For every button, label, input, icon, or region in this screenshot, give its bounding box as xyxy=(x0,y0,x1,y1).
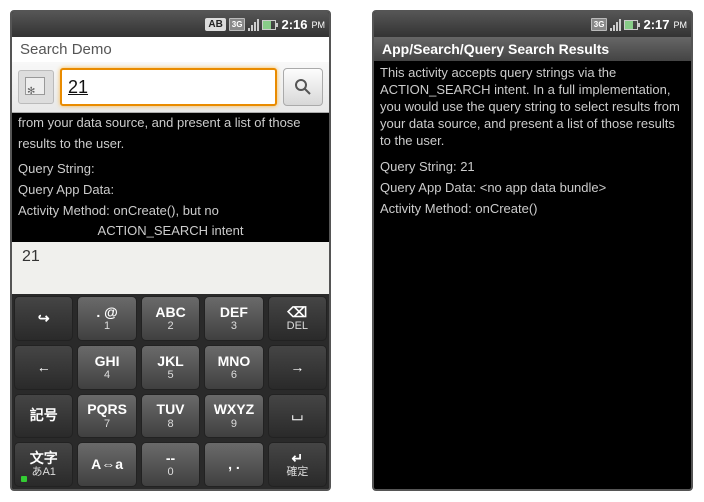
status-time: 2:16 xyxy=(281,17,307,32)
ime-badge: AB xyxy=(205,18,225,31)
body-partial-2: results to the user. xyxy=(12,134,329,155)
query-string-label: Query String: xyxy=(12,159,329,180)
key-5[interactable]: JKL5 xyxy=(141,345,200,390)
key-right[interactable]: → xyxy=(268,345,327,390)
key-delete[interactable]: ⌫DEL xyxy=(268,296,327,341)
network-3g-icon: 3G xyxy=(591,18,608,31)
search-go-button[interactable] xyxy=(283,68,323,106)
key-symbols[interactable]: 記号 xyxy=(14,394,73,439)
key-3[interactable]: DEF3 xyxy=(204,296,263,341)
description-paragraph: This activity accepts query strings via … xyxy=(374,61,691,151)
status-ampm: PM xyxy=(674,20,688,30)
query-appdata-line: Query App Data: <no app data bundle> xyxy=(374,178,691,199)
key-4[interactable]: GHI4 xyxy=(77,345,136,390)
search-input-wrap[interactable] xyxy=(60,68,277,106)
key-6[interactable]: MNO6 xyxy=(204,345,263,390)
status-ampm: PM xyxy=(312,20,326,30)
body-partial-1: from your data source, and present a lis… xyxy=(12,113,329,134)
status-bar: 3G 2:17 PM xyxy=(374,12,691,37)
signal-icon xyxy=(248,19,259,31)
phone-right: 3G 2:17 PM App/Search/Query Search Resul… xyxy=(372,10,693,491)
search-row xyxy=(12,62,329,113)
search-header-title: Search Demo xyxy=(12,37,329,62)
battery-icon xyxy=(262,20,276,30)
battery-icon xyxy=(624,20,638,30)
phone-left: AB 3G 2:16 PM Search Demo from your data… xyxy=(10,10,331,491)
query-string-line: Query String: 21 xyxy=(374,157,691,178)
key-undo[interactable]: ↪ xyxy=(14,296,73,341)
key-0[interactable]: --0 xyxy=(141,442,200,487)
search-input[interactable] xyxy=(68,77,269,98)
search-app-selector-icon[interactable] xyxy=(18,70,54,104)
status-time: 2:17 xyxy=(643,17,669,32)
key-case[interactable]: A⇔a xyxy=(77,442,136,487)
activity-method-line: Activity Method: onCreate() xyxy=(374,199,691,220)
network-3g-icon: 3G xyxy=(229,18,246,31)
key-1[interactable]: . @1 xyxy=(77,296,136,341)
suggestion-box[interactable]: 21 xyxy=(12,242,329,294)
key-8[interactable]: TUV8 xyxy=(141,394,200,439)
key-space[interactable]: ⌴ xyxy=(268,394,327,439)
key-mode[interactable]: 文字あA1 xyxy=(14,442,73,487)
key-7[interactable]: PQRS7 xyxy=(77,394,136,439)
magnifier-icon xyxy=(293,77,313,97)
key-enter[interactable]: ↵確定 xyxy=(268,442,327,487)
signal-icon xyxy=(610,19,621,31)
activity-method-line1: Activity Method: onCreate(), but no xyxy=(12,201,329,222)
soft-keypad: ↪ . @1 ABC2 DEF3 ⌫DEL ← GHI4 JKL5 MNO6 →… xyxy=(12,294,329,489)
key-2[interactable]: ABC2 xyxy=(141,296,200,341)
query-appdata-label: Query App Data: xyxy=(12,180,329,201)
key-left[interactable]: ← xyxy=(14,345,73,390)
activity-method-line2: ACTION_SEARCH intent xyxy=(12,221,329,242)
status-bar: AB 3G 2:16 PM xyxy=(12,12,329,37)
key-9[interactable]: WXYZ9 xyxy=(204,394,263,439)
key-punct[interactable]: , . xyxy=(204,442,263,487)
page-title: App/Search/Query Search Results xyxy=(374,37,691,61)
